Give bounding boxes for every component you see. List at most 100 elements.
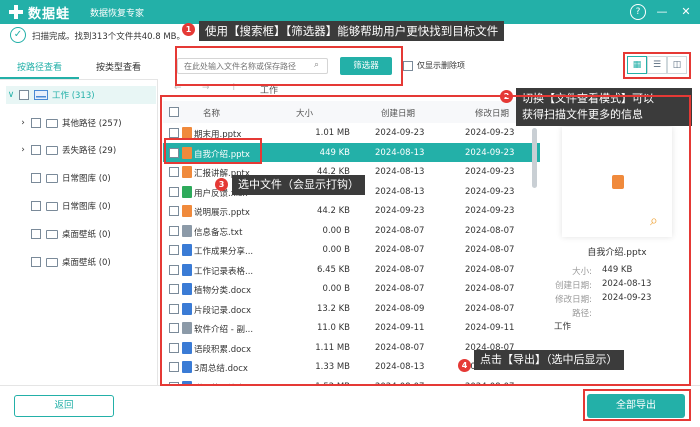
table-row[interactable]: 附：使用注意...1.52 MB2024-08-072024-08-07 (163, 377, 540, 385)
file-size: 1.33 MB (315, 362, 350, 372)
back-button[interactable]: 返回 (14, 395, 114, 417)
table-row[interactable]: 片段记录.docx 13.2 KB 2024-08-09 2024-08-07 (163, 299, 540, 319)
annotation-callout-3: 选中文件（会显示打钩） (232, 175, 365, 195)
row-checkbox[interactable] (169, 284, 179, 294)
row-checkbox[interactable] (169, 206, 179, 216)
file-created: 2024-08-07 (375, 225, 425, 236)
file-created: 2024-08-07 (375, 264, 425, 275)
tab-by-type[interactable]: 按类型查看 (79, 58, 158, 79)
scrollbar-thumb[interactable] (532, 128, 537, 188)
annotation-badge-1: 1 (182, 23, 195, 36)
tree-checkbox[interactable] (31, 201, 41, 211)
chevron-right-icon[interactable]: › (18, 118, 28, 128)
pptx-file-icon (182, 127, 192, 139)
tree-item-gallery[interactable]: 日常图库 (0) (28, 169, 111, 187)
tree-checkbox[interactable] (31, 229, 41, 239)
table-row[interactable]: 说明展示.pptx 44.2 KB 2024-09-23 2024-09-23 (163, 201, 540, 221)
tree-item-wallpaper[interactable]: 桌面壁纸 (0) (28, 253, 111, 271)
close-icon[interactable]: ✕ (678, 4, 694, 20)
tree-checkbox[interactable] (31, 173, 41, 183)
table-row[interactable]: 自我介绍.pptx 449 KB 2024-08-13 2024-09-23 (163, 142, 540, 162)
row-checkbox[interactable] (169, 245, 179, 255)
navigation-row: ← → ↑ 工作 (160, 82, 540, 98)
row-checkbox[interactable] (169, 323, 179, 333)
tree-item-label: 丢失路径 (29) (62, 146, 117, 156)
row-checkbox[interactable] (169, 362, 179, 372)
filter-button[interactable]: 筛选器 (340, 57, 392, 75)
tree-checkbox[interactable] (31, 145, 41, 155)
column-size[interactable]: 大小 (296, 107, 313, 119)
pptx-file-icon (182, 146, 192, 159)
row-checkbox[interactable] (169, 225, 179, 236)
file-created: 2024-08-09 (375, 303, 425, 314)
column-name[interactable]: 名称 (203, 107, 220, 119)
preview-modified-value: 2024-09-23 (602, 293, 652, 303)
folder-icon (46, 257, 58, 267)
table-row[interactable]: 期末用.pptx 1.01 MB 2024-09-23 2024-09-23 (163, 123, 540, 143)
file-created: 2024-08-07 (375, 284, 425, 294)
tree-checkbox[interactable] (19, 90, 29, 100)
back-arrow-icon[interactable]: ← (174, 83, 182, 93)
row-checkbox[interactable] (169, 147, 179, 158)
app-name: 数据蛙 (28, 7, 71, 22)
tree-item-gallery[interactable]: 日常图库 (0) (28, 197, 111, 215)
row-checkbox[interactable] (169, 264, 179, 275)
file-name: 软件介绍 - 副... (194, 325, 254, 335)
forward-arrow-icon[interactable]: → (202, 83, 210, 93)
export-all-button[interactable]: 全部导出 (587, 394, 685, 418)
view-tabs: 按路径查看 按类型查看 (0, 58, 158, 80)
only-deleted-toggle[interactable]: 仅显示删除项 (403, 60, 465, 71)
drive-icon (34, 90, 48, 100)
file-created: 2024-09-23 (375, 128, 425, 138)
column-modified[interactable]: 修改日期 (475, 107, 509, 119)
tab-by-path[interactable]: 按路径查看 (0, 58, 79, 79)
table-row[interactable]: 工作成果分享... 0.00 B 2024-08-07 2024-08-07 (163, 240, 540, 260)
tree-item-other-path[interactable]: › 其他路径 (257) (18, 114, 122, 132)
table-row[interactable]: 信息备忘.txt 0.00 B 2024-08-07 2024-08-07 (163, 221, 540, 241)
annotation-callout-2: 切换【文件查看模式】可以 获得扫描文件更多的信息 (516, 88, 692, 126)
file-created: 2024-08-13 (375, 186, 425, 197)
row-checkbox[interactable] (169, 342, 179, 353)
grid-view-icon[interactable]: ▦ (627, 56, 647, 74)
column-created[interactable]: 创建日期 (381, 107, 415, 119)
table-row[interactable]: 植物分类.docx 0.00 B 2024-08-07 2024-08-07 (163, 279, 540, 299)
file-modified: 2024-09-23 (465, 128, 515, 138)
file-size: 449 KB (319, 147, 350, 158)
table-header: 名称 大小 创建日期 修改日期 (163, 101, 540, 123)
file-modified: 2024-09-11 (465, 323, 515, 333)
file-size: 1.11 MB (315, 342, 350, 353)
tree-item-work[interactable]: ∨ 工作 (313) (6, 86, 156, 104)
txt-file-icon (182, 322, 192, 334)
docx-file-icon (182, 263, 192, 276)
search-icon[interactable]: ⌕ (314, 60, 319, 70)
file-modified: 2024-09-23 (465, 206, 515, 216)
zoom-icon[interactable]: ⌕ (650, 213, 658, 229)
docx-file-icon (182, 361, 192, 373)
tree-checkbox[interactable] (31, 257, 41, 267)
preview-modified-label: 修改日期: (555, 295, 592, 305)
search-input[interactable] (177, 58, 328, 74)
select-all-checkbox[interactable] (169, 107, 179, 117)
footer-bar: 返回 全部导出 (0, 385, 700, 427)
row-checkbox[interactable] (169, 303, 179, 314)
tree-item-lost-path[interactable]: › 丢失路径 (29) (18, 141, 116, 159)
file-created: 2024-08-13 (375, 167, 425, 177)
table-row[interactable]: 工作记录表格... 6.45 KB 2024-08-07 2024-08-07 (163, 260, 540, 280)
row-checkbox[interactable] (169, 128, 179, 138)
table-row[interactable]: 软件介绍 - 副... 11.0 KB 2024-09-11 2024-09-11 (163, 318, 540, 338)
row-checkbox[interactable] (169, 167, 179, 177)
chevron-down-icon[interactable]: ∨ (6, 90, 16, 100)
detail-view-icon[interactable]: ◫ (667, 56, 687, 74)
up-arrow-icon[interactable]: ↑ (230, 83, 238, 93)
xlsx-file-icon (182, 185, 192, 198)
file-created: 2024-08-13 (375, 147, 425, 158)
file-name: 信息备忘.txt (194, 227, 243, 238)
tree-checkbox[interactable] (31, 118, 41, 128)
row-checkbox[interactable] (169, 186, 179, 197)
tree-item-wallpaper[interactable]: 桌面壁纸 (0) (28, 225, 111, 243)
minimize-icon[interactable]: — (654, 4, 670, 20)
only-deleted-checkbox[interactable] (403, 60, 413, 71)
list-view-icon[interactable]: ☰ (647, 56, 667, 74)
chevron-right-icon[interactable]: › (18, 145, 28, 155)
question-icon[interactable]: ? (630, 4, 646, 20)
